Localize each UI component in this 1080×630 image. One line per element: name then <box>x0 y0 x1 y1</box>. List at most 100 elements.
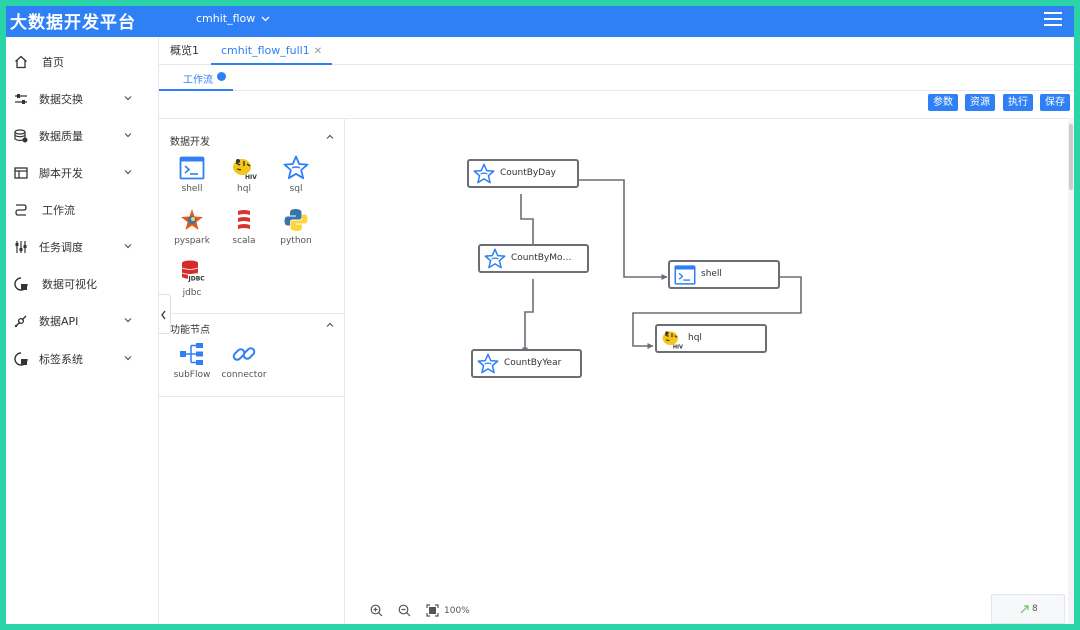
tab-label: 概览1 <box>170 44 199 57</box>
palette-node-scala[interactable]: scala <box>221 207 267 255</box>
flow-edge[interactable] <box>520 194 536 251</box>
sidebar-item-data-exchange[interactable]: 数据交换 <box>6 84 159 114</box>
palette-node-jdbc[interactable]: JDBC jdbc <box>169 259 215 307</box>
sidebar-item-home[interactable]: 首页 <box>6 47 159 77</box>
api-icon <box>14 315 27 328</box>
save-button[interactable]: 保存 <box>1040 94 1070 111</box>
tab-label: cmhit_flow_full1 <box>221 44 310 57</box>
canvas-scrollbar[interactable] <box>1068 118 1074 624</box>
chevron-up-icon <box>326 322 334 327</box>
node-label: sql <box>289 184 303 194</box>
workflow-icon <box>15 204 27 216</box>
node-label: connector <box>221 370 267 380</box>
collapse-palette-handle[interactable] <box>159 294 171 334</box>
sidebar-item-data-viz[interactable]: 数据可视化 <box>6 269 159 299</box>
palette-node-pyspark[interactable]: pyspark <box>169 207 215 255</box>
project-name: cmhit_flow <box>196 12 256 25</box>
palette-node-subflow[interactable]: subFlow <box>169 341 215 389</box>
node-label: hql <box>237 184 251 194</box>
params-button[interactable]: 参数 <box>928 94 958 111</box>
sidebar-item-label: 首页 <box>42 56 64 69</box>
sql-star-icon <box>477 353 499 374</box>
shell-icon <box>674 265 696 285</box>
chart-icon <box>14 277 28 291</box>
shell-icon <box>179 156 205 180</box>
sidebar-item-label: 任务调度 <box>39 241 83 254</box>
flow-node-hql[interactable]: HIVE hql <box>655 324 767 353</box>
zoom-level: 100% <box>444 606 470 616</box>
hamburger-menu-icon[interactable] <box>1044 12 1062 26</box>
flow-edge[interactable] <box>579 179 668 280</box>
minimap-toggle[interactable]: 8 <box>991 594 1065 624</box>
section-title: 数据开发 <box>170 137 210 148</box>
jdbc-icon: JDBC <box>181 260 206 283</box>
node-palette: 数据开发 shell HIVE hql sql pyspark scala py… <box>159 118 345 624</box>
flow-node-countbymonth[interactable]: CountByMo… <box>478 244 589 273</box>
node-label: shell <box>181 184 203 194</box>
sliders-icon <box>15 94 27 104</box>
sidebar-item-data-api[interactable]: 数据API <box>6 306 159 336</box>
flow-edge[interactable] <box>522 279 534 354</box>
svg-text:JDBC: JDBC <box>188 276 206 283</box>
zoom-in-icon[interactable] <box>370 604 383 617</box>
sidebar-item-workflow[interactable]: 工作流 <box>6 195 159 225</box>
flow-node-label: CountByMo… <box>511 253 572 263</box>
resources-button[interactable]: 资源 <box>965 94 995 111</box>
svg-text:HIVE: HIVE <box>245 174 257 181</box>
sidebar-item-tag-system[interactable]: 标签系统 <box>6 344 159 374</box>
node-label: pyspark <box>174 236 210 246</box>
flow-node-label: CountByDay <box>500 168 556 178</box>
edge-layer <box>520 179 802 354</box>
sidebar-item-data-quality[interactable]: 数据质量 <box>6 121 159 151</box>
palette-node-sql[interactable]: sql <box>273 155 319 203</box>
sidebar-item-schedule[interactable]: 任务调度 <box>6 232 159 262</box>
flow-node-label: hql <box>688 333 702 343</box>
home-icon <box>15 55 27 69</box>
flow-node-countbyday[interactable]: CountByDay <box>467 159 579 188</box>
flow-node-shell[interactable]: shell <box>668 260 780 289</box>
hive-icon: HIVE <box>233 159 257 181</box>
chevron-down-icon <box>124 96 132 101</box>
flow-node-label: shell <box>701 269 722 279</box>
sidebar-item-script-dev[interactable]: 脚本开发 <box>6 158 159 188</box>
close-icon[interactable]: ✕ <box>314 46 322 57</box>
sidebar-item-label: 数据API <box>39 315 79 328</box>
subtab-workflow[interactable]: 工作流 <box>159 65 233 91</box>
arrow-icon <box>1020 605 1029 614</box>
section-header-func-nodes[interactable]: 功能节点 <box>159 316 345 336</box>
section-header-data-dev[interactable]: 数据开发 <box>159 128 345 148</box>
chevron-down-icon <box>124 244 132 249</box>
flow-node-label: CountByYear <box>504 358 562 368</box>
scrollbar-thumb[interactable] <box>1069 124 1073 190</box>
chevron-down-icon <box>124 133 132 138</box>
palette-node-python[interactable]: python <box>273 207 319 255</box>
project-selector[interactable]: cmhit_flow <box>196 12 270 25</box>
zoom-out-icon[interactable] <box>398 604 411 617</box>
section-title: 功能节点 <box>170 325 210 336</box>
flow-node-countbyyear[interactable]: CountByYear <box>471 349 582 378</box>
chevron-up-icon <box>326 134 334 139</box>
tab-cmhit-flow[interactable]: cmhit_flow_full1 ✕ <box>211 37 333 65</box>
app-title: 大数据开发平台 <box>10 13 136 33</box>
sql-star-icon <box>283 155 309 180</box>
run-button[interactable]: 执行 <box>1003 94 1033 111</box>
palette-node-shell[interactable]: shell <box>169 155 215 203</box>
palette-node-connector[interactable]: connector <box>221 341 267 389</box>
sidebar-item-label: 标签系统 <box>39 353 83 366</box>
tab-overview[interactable]: 概览1 <box>170 37 199 65</box>
tag-icon <box>14 352 28 366</box>
fit-view-icon[interactable] <box>426 604 439 617</box>
tab-bar: 概览1 cmhit_flow_full1 ✕ <box>159 37 1074 65</box>
scala-icon <box>238 210 250 229</box>
database-check-icon <box>14 129 28 143</box>
pyspark-icon <box>181 209 203 230</box>
svg-text:HIVE: HIVE <box>673 344 683 350</box>
chevron-down-icon <box>124 318 132 323</box>
minimap-count: 8 <box>1032 604 1038 614</box>
node-label: python <box>280 236 312 246</box>
palette-node-hql[interactable]: HIVE hql <box>221 155 267 203</box>
sidebar-item-label: 数据质量 <box>39 130 83 143</box>
chevron-left-icon <box>161 310 166 320</box>
flow-canvas[interactable] <box>345 118 1068 624</box>
script-icon <box>14 167 28 179</box>
